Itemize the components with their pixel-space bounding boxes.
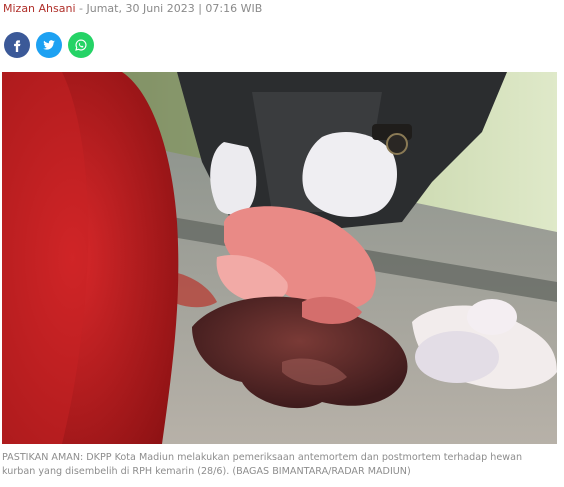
whatsapp-share-button[interactable] xyxy=(68,32,94,58)
facebook-icon xyxy=(14,40,21,52)
facebook-share-button[interactable] xyxy=(4,32,30,58)
article-byline: Mizan Ahsani - Jumat, 30 Juni 2023 | 07:… xyxy=(3,2,262,15)
publish-date: Jumat, 30 Juni 2023 | 07:16 WIB xyxy=(86,2,263,15)
whatsapp-icon xyxy=(75,39,87,51)
photo-caption: PASTIKAN AMAN: DKPP Kota Madiun melakuka… xyxy=(2,452,523,477)
article-photo xyxy=(2,72,557,444)
photo-illustration xyxy=(2,72,557,444)
twitter-icon xyxy=(43,40,55,50)
byline-separator: - xyxy=(75,2,87,15)
share-buttons xyxy=(4,32,94,58)
author-name[interactable]: Mizan Ahsani xyxy=(3,2,76,15)
twitter-share-button[interactable] xyxy=(36,32,62,58)
